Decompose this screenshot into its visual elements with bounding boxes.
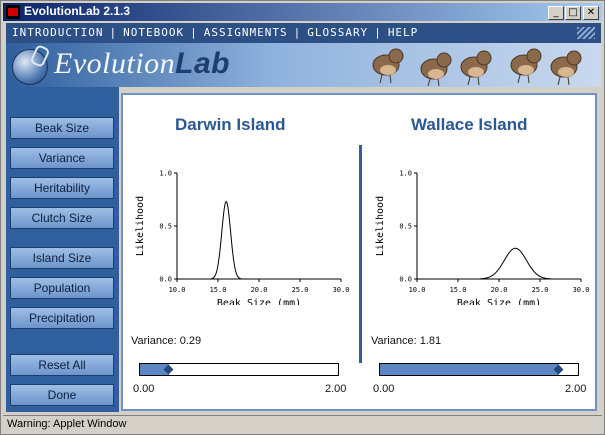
y-tick-label: 0.5 [159,223,172,231]
y-tick-label: 1.0 [399,170,412,178]
status-text: Warning: Applet Window [7,418,127,430]
maximize-icon[interactable]: □ [565,6,581,20]
grip-icon [577,27,595,39]
x-axis-label: Beak Size (mm) [457,298,541,305]
darwin-variance-value: Variance: 0.29 [131,335,202,347]
beak-size-button[interactable]: Beak Size [10,117,114,139]
y-tick-label: 0.0 [399,276,412,284]
menu-notebook[interactable]: NOTEBOOK [123,26,184,39]
precipitation-button[interactable]: Precipitation [10,307,114,329]
variance-button[interactable]: Variance [10,147,114,169]
status-bar: Warning: Applet Window [3,415,602,434]
menu-help[interactable]: HELP [388,26,419,39]
x-tick-label: 30.0 [333,286,350,294]
heritability-button[interactable]: Heritability [10,177,114,199]
darwin-island-title: Darwin Island [175,115,286,134]
menu-glossary[interactable]: GLOSSARY [307,26,368,39]
wallace-island-title: Wallace Island [411,115,528,134]
sidebar: Beak Size Variance Heritability Clutch S… [6,87,119,412]
wallace-slider-min-label: 0.00 [373,383,395,395]
island-size-button[interactable]: Island Size [10,247,114,269]
evolutionlab-logo-icon [12,49,48,85]
y-axis-label: Likelihood [375,196,386,256]
x-tick-label: 10.0 [169,286,186,294]
finch-birds-illustration [372,48,582,87]
reset-all-button[interactable]: Reset All [10,354,114,376]
x-tick-label: 25.0 [292,286,309,294]
title-bar[interactable]: EvolutionLab 2.1.3 _ □ ✕ [3,3,602,21]
simulation-panel: Darwin Island Wallace Island 10.0 15.0 20.… [121,93,597,411]
wallace-variance-slider[interactable] [379,363,579,376]
slider-fill [380,364,560,375]
distribution-curve [210,200,242,280]
x-tick-label: 30.0 [573,286,590,294]
y-tick-label: 0.5 [399,223,412,231]
darwin-slider-min-label: 0.00 [133,383,155,395]
distribution-curve [480,247,551,280]
menu-bar: INTRODUCTION | NOTEBOOK | ASSIGNMENTS | GLOSSA… [6,23,601,43]
logo-text: EvolutionLab [54,47,230,80]
x-tick-label: 20.0 [491,286,508,294]
banner: EvolutionLab [6,43,601,87]
clutch-size-button[interactable]: Clutch Size [10,207,114,229]
window-title: EvolutionLab 2.1.3 [24,4,131,18]
y-tick-label: 1.0 [159,170,172,178]
y-axis-label: Likelihood [135,196,146,256]
wallace-variance-value: Variance: 1.81 [371,335,442,347]
darwin-variance-slider[interactable] [139,363,339,376]
x-tick-label: 15.0 [450,286,467,294]
menu-introduction[interactable]: INTRODUCTION [12,26,103,39]
panel-divider [359,145,362,363]
done-button[interactable]: Done [10,384,114,406]
y-tick-label: 0.0 [159,276,172,284]
wallace-slider-max-label: 2.00 [565,383,587,395]
x-tick-label: 15.0 [210,286,227,294]
app-window: EvolutionLab 2.1.3 _ □ ✕ INTRODUCTION | NO… [0,0,605,435]
minimize-icon[interactable]: _ [548,6,564,20]
x-tick-label: 10.0 [409,286,426,294]
app-icon [6,5,20,19]
x-tick-label: 20.0 [251,286,268,294]
darwin-beak-chart: 10.0 15.0 20.0 25.0 30.0 0.0 0.5 1.0 Beak Size (… [135,170,350,306]
x-axis-label: Beak Size (mm) [217,298,301,305]
close-icon[interactable]: ✕ [583,6,599,20]
darwin-slider-max-label: 2.00 [325,383,347,395]
population-button[interactable]: Population [10,277,114,299]
wallace-beak-chart: 10.0 15.0 20.0 25.0 30.0 0.0 0.5 1.0 Beak Size (… [375,170,590,306]
menu-assignments[interactable]: ASSIGNMENTS [204,26,288,39]
x-tick-label: 25.0 [532,286,549,294]
